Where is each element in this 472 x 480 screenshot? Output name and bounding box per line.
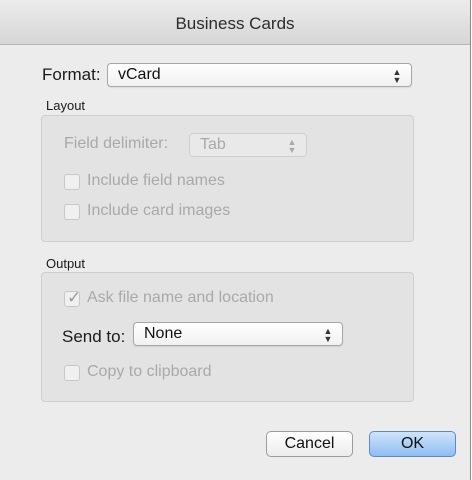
ask-file-label: Ask file name and location <box>87 289 274 306</box>
format-popup[interactable]: vCard ▲ ▼ <box>107 63 412 87</box>
copy-clipboard-label: Copy to clipboard <box>87 363 212 380</box>
ask-file-checkbox[interactable]: ✓ <box>64 288 82 307</box>
up-down-chevron-icon: ▲ ▼ <box>287 137 297 155</box>
field-delimiter-popup[interactable]: Tab ▲ ▼ <box>189 133 307 157</box>
title-bar[interactable]: Business Cards <box>0 0 470 45</box>
cancel-button[interactable]: Cancel <box>266 431 353 457</box>
up-down-chevron-icon: ▲ ▼ <box>392 67 402 85</box>
checkmark-icon: ✓ <box>67 288 82 307</box>
include-field-names-label: Include field names <box>87 172 225 189</box>
output-group-label: Output <box>46 256 86 271</box>
layout-group-label: Layout <box>46 98 86 113</box>
field-delimiter-label: Field delimiter: <box>64 135 169 152</box>
window-title: Business Cards <box>175 14 295 33</box>
send-to-value: None <box>144 325 183 342</box>
send-to-popup[interactable]: None ▲ ▼ <box>133 322 343 346</box>
include-field-names-checkbox[interactable] <box>64 174 80 190</box>
dialog-window: Business Cards Format: vCard ▲ ▼ Layout F… <box>0 0 471 480</box>
field-delimiter-value: Tab <box>200 136 226 153</box>
include-card-images-checkbox[interactable] <box>64 204 80 220</box>
send-to-label: Send to: <box>62 327 126 346</box>
up-down-chevron-icon: ▲ ▼ <box>323 326 333 344</box>
ok-button[interactable]: OK <box>369 431 456 457</box>
format-popup-value: vCard <box>118 66 161 83</box>
format-label: Format: <box>42 65 101 84</box>
include-card-images-label: Include card images <box>87 202 231 219</box>
copy-clipboard-checkbox[interactable] <box>64 365 80 381</box>
